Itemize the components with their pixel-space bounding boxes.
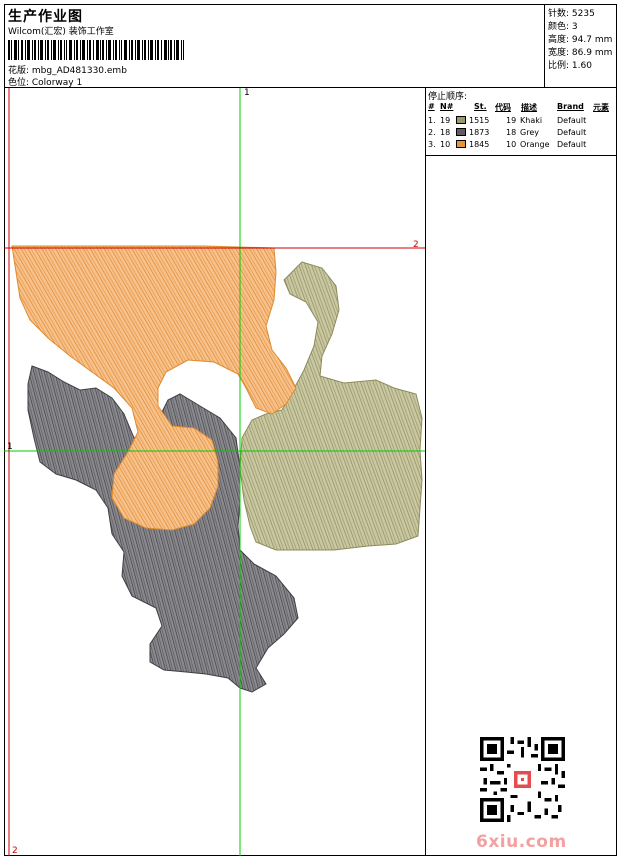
color-swatch [456, 128, 466, 136]
colorway-line: 色位: Colorway 1 [8, 78, 83, 88]
axis-label-right: 2 [413, 240, 419, 250]
barcode-icon [8, 40, 184, 60]
embroidery-design [4, 88, 425, 856]
table-row: 1. 19 1515 19 Khaki Default [428, 116, 587, 125]
studio-subtitle: Wilcom(汇宏) 装饰工作室 [8, 27, 114, 37]
col-hash: # [428, 102, 435, 111]
spec-stitches: 针数: 5235 [548, 9, 595, 19]
axis-label-left: 1 [7, 442, 13, 452]
color-swatch [456, 140, 466, 148]
watermark-logo: 6xiu.com [476, 832, 567, 852]
spec-colors: 颜色: 3 [548, 22, 578, 32]
col-st: St. [474, 102, 487, 111]
color-swatch [456, 116, 466, 124]
table-row: 3. 10 1845 10 Orange Default [428, 140, 587, 149]
col-n: N# [440, 102, 454, 111]
stop-sequence-panel: 停止顺序: # N# St. 代码 描述 Brand 元素 1. 19 1515… [426, 88, 617, 156]
design-canvas [4, 88, 426, 856]
col-desc: 描述 [521, 103, 537, 112]
header-panel: 生产作业图 Wilcom(汇宏) 装饰工作室 花版: mbg_AD481330.… [4, 4, 545, 88]
col-elem: 元素 [593, 103, 609, 112]
axis-label-top: 1 [244, 88, 250, 98]
specs-panel: 针数: 5235 颜色: 3 高度: 94.7 mm 宽度: 86.9 mm 比… [545, 4, 617, 88]
page-title: 生产作业图 [8, 9, 83, 25]
table-row: 2. 18 1873 18 Grey Default [428, 128, 587, 137]
spec-height: 高度: 94.7 mm [548, 35, 613, 45]
spec-scale: 比例: 1.60 [548, 61, 592, 71]
qr-code-icon [480, 737, 565, 822]
col-code: 代码 [495, 103, 511, 112]
stop-sequence-title: 停止顺序: [428, 92, 468, 102]
spec-width: 宽度: 86.9 mm [548, 48, 613, 58]
axis-label-bottom: 2 [12, 846, 18, 856]
col-brand: Brand [557, 102, 584, 111]
